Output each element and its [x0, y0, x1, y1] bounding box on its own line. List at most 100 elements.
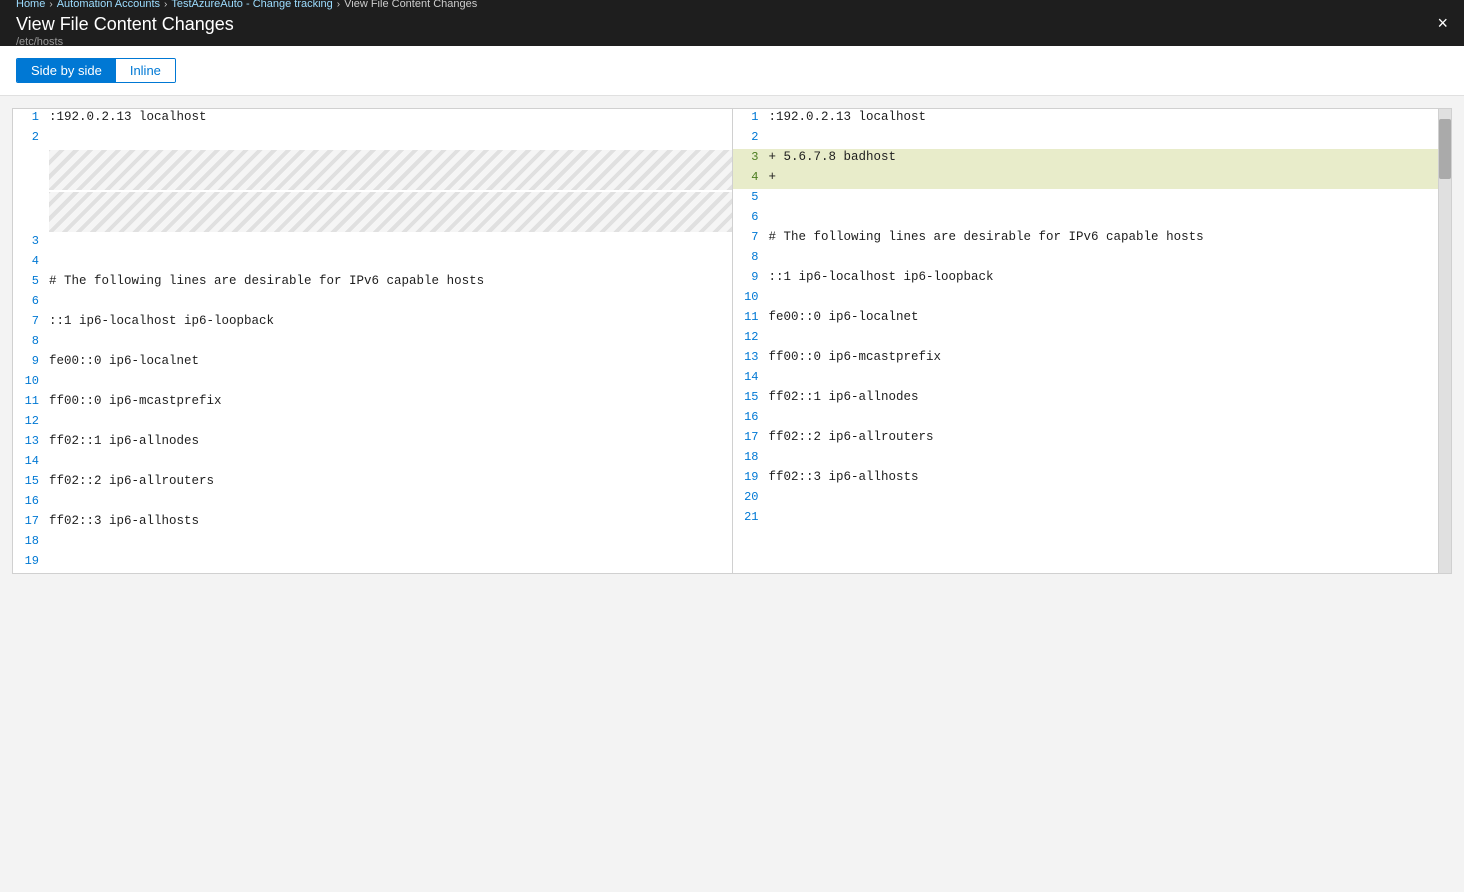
line-content: # The following lines are desirable for …: [769, 230, 1212, 244]
line-number: 14: [13, 454, 49, 468]
table-row: 16: [733, 409, 1439, 429]
line-content: ff02::2 ip6-allrouters: [49, 474, 222, 488]
close-button[interactable]: ×: [1437, 14, 1448, 32]
table-row: 7::1 ip6-localhost ip6-loopback: [13, 313, 732, 333]
line-number: 10: [733, 290, 769, 304]
line-number: 9: [733, 270, 769, 284]
line-number: 3: [13, 234, 49, 248]
line-number: 13: [733, 350, 769, 364]
line-number: 18: [13, 534, 49, 548]
line-content: ff02::2 ip6-allrouters: [769, 430, 942, 444]
line-number: 7: [13, 314, 49, 328]
line-number: 17: [733, 430, 769, 444]
line-number: 16: [13, 494, 49, 508]
line-number: 6: [13, 294, 49, 308]
table-row: 6: [733, 209, 1439, 229]
line-number: 9: [13, 354, 49, 368]
line-content: fe00::0 ip6-localnet: [49, 354, 207, 368]
breadcrumb-automation-accounts[interactable]: Automation Accounts: [57, 0, 160, 10]
table-row: 9::1 ip6-localhost ip6-loopback: [733, 269, 1439, 289]
line-content: fe00::0 ip6-localnet: [769, 310, 927, 324]
toolbar: Side by side Inline: [0, 46, 1464, 96]
table-row: 8: [13, 333, 732, 353]
line-number: 7: [733, 230, 769, 244]
table-row: 5: [733, 189, 1439, 209]
breadcrumb-sep-2: ›: [164, 0, 167, 10]
table-row: 18: [13, 533, 732, 553]
line-number: 13: [13, 434, 49, 448]
line-number: 11: [733, 310, 769, 324]
line-number: 5: [13, 274, 49, 288]
line-number: 2: [13, 130, 49, 144]
line-number: 15: [13, 474, 49, 488]
page-title: View File Content Changes: [16, 14, 234, 35]
line-number: 12: [733, 330, 769, 344]
breadcrumb-test-azure[interactable]: TestAzureAuto - Change tracking: [171, 0, 332, 10]
line-content: ::1 ip6-localhost ip6-loopback: [49, 314, 282, 328]
line-content: ff02::1 ip6-allnodes: [49, 434, 207, 448]
right-pane-wrapper: 1:192.0.2.13 localhost23+ 5.6.7.8 badhos…: [733, 109, 1452, 573]
view-toggle: Side by side Inline: [16, 58, 176, 83]
line-number: 16: [733, 410, 769, 424]
scrollbar[interactable]: [1439, 109, 1451, 573]
deleted-placeholder: [49, 192, 732, 232]
table-row: 3: [13, 233, 732, 253]
table-row: 7# The following lines are desirable for…: [733, 229, 1439, 249]
line-content: ::1 ip6-localhost ip6-loopback: [769, 270, 1002, 284]
table-row: 4+: [733, 169, 1439, 189]
table-row: 10: [733, 289, 1439, 309]
table-row: 17ff02::3 ip6-allhosts: [13, 513, 732, 533]
line-number: 15: [733, 390, 769, 404]
table-row: 18: [733, 449, 1439, 469]
table-row: 14: [13, 453, 732, 473]
table-row: 2: [733, 129, 1439, 149]
line-content: ff00::0 ip6-mcastprefix: [769, 350, 950, 364]
table-row: 2: [13, 129, 732, 149]
table-row: 9fe00::0 ip6-localnet: [13, 353, 732, 373]
line-number: 2: [733, 130, 769, 144]
file-subtitle: /etc/hosts: [16, 36, 63, 48]
line-number: 12: [13, 414, 49, 428]
table-row: 5# The following lines are desirable for…: [13, 273, 732, 293]
line-number: 8: [733, 250, 769, 264]
line-number: 19: [733, 470, 769, 484]
line-number: 20: [733, 490, 769, 504]
line-content: # The following lines are desirable for …: [49, 274, 492, 288]
diff-container: 1:192.0.2.13 localhost2345# The followin…: [12, 108, 1452, 574]
line-number: 18: [733, 450, 769, 464]
line-number: 6: [733, 210, 769, 224]
table-row: 19ff02::3 ip6-allhosts: [733, 469, 1439, 489]
inline-button[interactable]: Inline: [116, 59, 175, 82]
line-number: 4: [733, 170, 769, 184]
breadcrumb-sep-3: ›: [337, 0, 340, 10]
diff-wrapper: 1:192.0.2.13 localhost2345# The followin…: [13, 109, 1451, 573]
line-number: 8: [13, 334, 49, 348]
side-by-side-button[interactable]: Side by side: [17, 59, 116, 82]
table-row: 13ff02::1 ip6-allnodes: [13, 433, 732, 453]
table-row: 21: [733, 509, 1439, 529]
table-row: 20: [733, 489, 1439, 509]
table-row: 11ff00::0 ip6-mcastprefix: [13, 393, 732, 413]
line-number: 3: [733, 150, 769, 164]
line-number: 5: [733, 190, 769, 204]
line-content: ff02::3 ip6-allhosts: [49, 514, 207, 528]
table-row: 12: [13, 413, 732, 433]
line-number: 1: [13, 110, 49, 124]
table-row: 17ff02::2 ip6-allrouters: [733, 429, 1439, 449]
top-bar: Home › Automation Accounts › TestAzureAu…: [0, 0, 1464, 46]
table-row: 12: [733, 329, 1439, 349]
table-row: 16: [13, 493, 732, 513]
table-row: [13, 191, 732, 233]
table-row: 14: [733, 369, 1439, 389]
breadcrumb-current: View File Content Changes: [344, 0, 477, 10]
line-number: 19: [13, 554, 49, 568]
table-row: 15ff02::2 ip6-allrouters: [13, 473, 732, 493]
line-content: +: [769, 170, 785, 184]
line-number: 4: [13, 254, 49, 268]
table-row: 11fe00::0 ip6-localnet: [733, 309, 1439, 329]
table-row: 6: [13, 293, 732, 313]
breadcrumb-home[interactable]: Home: [16, 0, 45, 10]
line-number: 21: [733, 510, 769, 524]
line-number: 11: [13, 394, 49, 408]
table-row: 4: [13, 253, 732, 273]
